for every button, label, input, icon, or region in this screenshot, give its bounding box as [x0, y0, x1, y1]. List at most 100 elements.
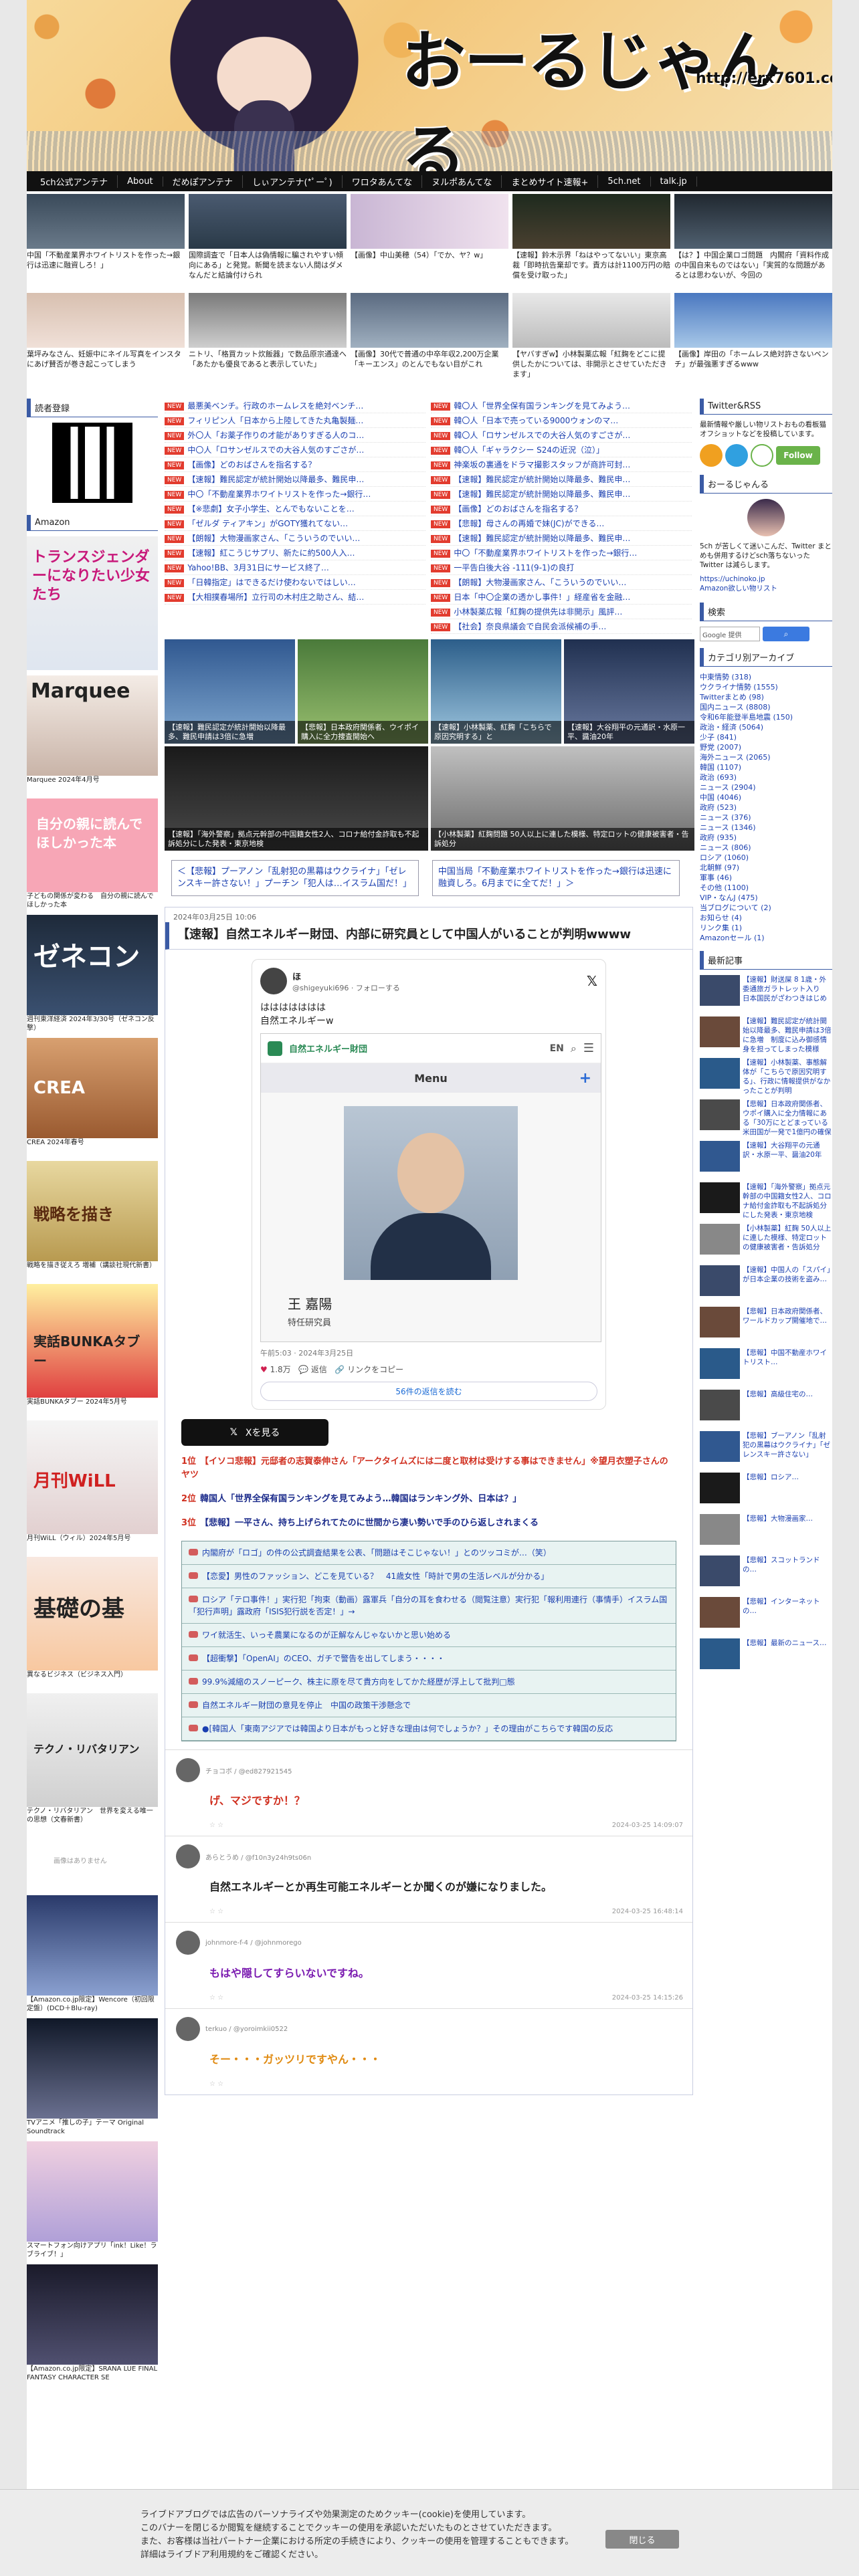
related-article-item[interactable]: 【恋愛】男性のファッション、どこを見ている？ 41歳女性「時計で男の生活レベルが…	[182, 1565, 676, 1588]
latest-article-item[interactable]: 【速報】大谷翔平の元通訳・水原一平、醤油20年	[700, 1141, 832, 1178]
antenna-item-title[interactable]: 小林製薬広報「紅麹の提供先は非開示」風評…	[454, 607, 622, 617]
category-link[interactable]: 韓国 (1107)	[700, 762, 832, 772]
antenna-list-item[interactable]: NEW 【画像】どのおばさんを指名する？	[165, 457, 425, 472]
antenna-list-item[interactable]: NEW 小林製薬広報「紅麹の提供先は非開示」風評…	[431, 605, 692, 619]
antenna-list-item[interactable]: NEW 中〇「不動産業界ホワイトリストを作った→銀行…	[165, 487, 425, 502]
antenna-item-title[interactable]: 【速報】難民認定が統計開始以降最多、難民申…	[454, 490, 630, 499]
latest-article-thumb[interactable]	[700, 1431, 740, 1462]
latest-article-item[interactable]: 【悲報】高級住宅の…	[700, 1390, 832, 1427]
latest-article-thumb[interactable]	[700, 1597, 740, 1628]
latest-article-item[interactable]: 【悲報】日本政府関係者、ウポイ購入に全力情報にある「30万にとどまっている米田国…	[700, 1099, 832, 1137]
twitter-icon[interactable]	[725, 444, 748, 467]
category-link[interactable]: お知らせ (4)	[700, 913, 832, 923]
latest-article-title[interactable]: 【悲報】日本政府関係者、ワールドカップ開催地で…	[743, 1307, 832, 1344]
search-input[interactable]: Google 提供	[700, 627, 760, 641]
commenter-avatar[interactable]	[176, 1844, 200, 1868]
related-article-title[interactable]: 99.9%減縮のスノーピーク、株主に原を尽て貴方向をしてかた経歴が浮上して批判□…	[202, 1677, 515, 1687]
latest-article-thumb[interactable]	[700, 975, 740, 1006]
category-link[interactable]: Amazonセール (1)	[700, 933, 832, 943]
featured-caption[interactable]: 【悲報】日本政府関係者、ウイポイ購入に全力捜査開始へ	[298, 721, 428, 744]
antenna-item-title[interactable]: 【※悲劇】女子小学生、とんでもないことを…	[187, 504, 354, 514]
latest-article-thumb[interactable]	[700, 1514, 740, 1545]
antenna-item-title[interactable]: 「日韓指定」はできるだけ使わないではしい…	[187, 578, 355, 587]
featured-caption[interactable]: 【速報】大谷翔平の元通訳・水原一平、醤油20年	[564, 721, 694, 744]
nav-item[interactable]: 5ch公式アンテナ	[31, 175, 118, 188]
antenna-item-title[interactable]: 【悲報】母さんの再婚で妹(JC)ができる…	[454, 519, 604, 528]
antenna-list-item[interactable]: NEW 【速報】難民認定が統計開始以降最多、難民申…	[431, 487, 692, 502]
follow-button[interactable]: Follow	[776, 446, 820, 465]
book-caption[interactable]: テクノ・リバタリアン 世界を変える唯一の思想（文春新書）	[27, 1807, 158, 1824]
antenna-list-item[interactable]: NEW 中〇人「ロサンゼルスでの大谷人気のすごさが…	[165, 443, 425, 457]
antenna-list-item[interactable]: NEW 韓〇人「ギャラクシー S24の近況（泣）」	[431, 443, 692, 457]
read-replies-button[interactable]: 56件の返信を読む	[260, 1382, 597, 1401]
category-link[interactable]: リンク集 (1)	[700, 923, 832, 933]
antenna-item-title[interactable]: 中〇「不動産業界ホワイトリストを作った→銀行…	[187, 490, 371, 499]
related-article-item[interactable]: 自然エネルギー財団の意見を停止 中国の政策干渉懸念で	[182, 1694, 676, 1717]
latest-article-thumb[interactable]	[700, 1555, 740, 1586]
antenna-list-item[interactable]: NEW 【社会】奈良県議会で自民会派候補の手…	[431, 619, 692, 634]
latest-article-title[interactable]: 【悲報】ブーアノン「乱射犯の黒幕はウクライナ」「ゼレンスキー許さない」	[743, 1431, 832, 1469]
amazon-book[interactable]: TVアニメ「推しの子」テーマ Original Soundtrack	[27, 2018, 158, 2136]
category-link[interactable]: 少子 (841)	[700, 732, 832, 742]
antenna-list-item[interactable]: NEW 中〇「不動産業界ホワイトリストを作った→銀行…	[431, 546, 692, 560]
latest-article-title[interactable]: 【悲報】スコットランドの…	[743, 1555, 832, 1593]
related-article-item[interactable]: ロシア「テロ事件！」実行犯「拘束（動画）露軍兵「自分の耳を食わせる（閲覧注意）実…	[182, 1588, 676, 1624]
antenna-item-title[interactable]: 【大相撲春場所】立行司の木村庄之助さん、結…	[187, 593, 364, 602]
search-button[interactable]: ⌕	[763, 627, 809, 641]
rank-text[interactable]: 【イソコ悲報】元邸者の志賀泰伸さん「アークタイムズには二度と取材は受けする事はで…	[181, 1457, 668, 1480]
site-logo[interactable]: おーるじゃんる	[401, 9, 832, 171]
category-link[interactable]: その他 (1100)	[700, 883, 832, 893]
reply-icon[interactable]: 💬	[298, 1365, 308, 1374]
book-caption[interactable]: 戦略を描き従えろ 増補（講談社現代新書）	[27, 1261, 158, 1279]
category-link[interactable]: 軍事 (46)	[700, 873, 832, 883]
category-link[interactable]: 海外ニュース (2065)	[700, 752, 832, 762]
category-link[interactable]: 政府 (935)	[700, 833, 832, 843]
site-url[interactable]: http://erx7601.com	[696, 70, 832, 87]
latest-article-thumb[interactable]	[700, 1099, 740, 1130]
tweet-name[interactable]: ほ	[292, 970, 400, 982]
latest-article-item[interactable]: 【速報】難民認定が統計開始以降最多、難民申請は3倍に急増 制度に込み御感情身を担…	[700, 1016, 832, 1054]
related-article-title[interactable]: ●[韓国人「東南アジアでは韓国より日本がもっと好きな理由は何でしょうか？」その理…	[202, 1724, 613, 1733]
latest-article-thumb[interactable]	[700, 1638, 740, 1669]
tweet-copy-link[interactable]: リンクをコピー	[347, 1365, 403, 1374]
category-link[interactable]: 野党 (2007)	[700, 742, 832, 752]
featured-caption[interactable]: 【速報】難民認定が統計開始以降最多、難民申請は3倍に急増	[165, 721, 295, 744]
thumb-caption[interactable]: 【ヤバすぎw】小林製薬広報「紅麹をどこに提供したかについては、非開示とさせていた…	[512, 348, 670, 387]
featured-tile[interactable]: 【速報】「海外警察」拠点元幹部の中国籍女性2人、コロナ給付金詐取も不起訴処分にし…	[165, 746, 428, 851]
latest-article-item[interactable]: 【悲報】スコットランドの…	[700, 1555, 832, 1593]
latest-article-item[interactable]: 【悲報】大物漫画家…	[700, 1514, 832, 1551]
feedly-icon[interactable]	[751, 444, 773, 467]
cookie-close-button[interactable]: 閉じる	[605, 2530, 679, 2549]
latest-article-title[interactable]: 【速報】大谷翔平の元通訳・水原一平、醤油20年	[743, 1141, 832, 1178]
amazon-book[interactable]: テクノ・リバタリアン テクノ・リバタリアン 世界を変える唯一の思想（文春新書）	[27, 1693, 158, 1824]
related-article-title[interactable]: ワイ就活生、いっそ農業になるのが正解なんじゃないかと思い始める	[202, 1630, 451, 1640]
antenna-item-title[interactable]: 神楽坂の裏通をドラマ撮影スタッフが商許可封…	[454, 460, 630, 469]
nav-item[interactable]: ヌルポあんてな	[422, 175, 502, 188]
related-article-item[interactable]: 内閣府が「ロゴ」の件の公式調査結果を公表、「問題はそこじゃない！」とのツッコミが…	[182, 1541, 676, 1565]
rank-text[interactable]: 【悲報】一平さん、持ち上げられてたのに世間から凄い勢いで手のひら返しされまくる	[200, 1518, 539, 1528]
antenna-item-title[interactable]: 【速報】難民認定が統計開始以降最多、難民申…	[454, 534, 630, 543]
latest-article-thumb[interactable]	[700, 1058, 740, 1089]
antenna-list-item[interactable]: NEW フィリピン人「日本から上陸してきた丸亀製麺…	[165, 413, 425, 428]
headline-thumb[interactable]: ニトリ、「格買カット炊飯器」で数品原宗通達へ「あたかも優良であると表示していた」	[189, 293, 347, 387]
category-link[interactable]: ウクライナ情勢 (1555)	[700, 682, 832, 692]
latest-article-thumb[interactable]	[700, 1473, 740, 1503]
amazon-book[interactable]: ゼネコン 週刊東洋経済 2024年3/30号（ゼネコン反撃）	[27, 915, 158, 1033]
thumb-caption[interactable]: 【画像】30代で普通の中卒年収2,200万企業「キーエンス」のとんでもない目がこ…	[351, 348, 508, 387]
antenna-item-title[interactable]: 日本「中〇企業の透かし事件！」経産省を金融…	[454, 593, 630, 602]
amazon-book[interactable]: 【Amazon.co.jp限定】Wencore（初回限定盤）(DCD＋Blu-r…	[27, 1895, 158, 2013]
category-link[interactable]: ニュース (806)	[700, 843, 832, 853]
book-caption[interactable]: 週刊東洋経済 2024年3/30号（ゼネコン反撃）	[27, 1015, 158, 1033]
category-link[interactable]: 中国 (4046)	[700, 792, 832, 802]
commenter-meta[interactable]: あらとうめ / @f10n3y24h9ts06n	[205, 1852, 311, 1862]
antenna-list-item[interactable]: NEW 【悲報】母さんの再婚で妹(JC)ができる…	[431, 516, 692, 531]
category-link[interactable]: 北朝鮮 (97)	[700, 863, 832, 873]
latest-article-title[interactable]: 【小林製薬】紅麹 50人以上に連した模様、特定ロットの健康被害者・告訴処分	[743, 1224, 832, 1261]
antenna-item-title[interactable]: 【画像】どのおばさんを指名する？	[187, 460, 316, 469]
antenna-list-item[interactable]: NEW 最悪美ベンチ。行政のホームレスを絶対ベンチ…	[165, 399, 425, 413]
related-article-item[interactable]: 99.9%減縮のスノーピーク、株主に原を尽て貴方向をしてかた経歴が浮上して批判□…	[182, 1671, 676, 1694]
book-caption[interactable]: 【Amazon.co.jp限定】Wencore（初回限定盤）(DCD＋Blu-r…	[27, 1996, 158, 2013]
latest-article-title[interactable]: 【速報】難民認定が統計開始以降最多、難民申請は3倍に急増 制度に込み御感情身を担…	[743, 1016, 832, 1054]
latest-article-thumb[interactable]	[700, 1348, 740, 1379]
antenna-list-item[interactable]: NEW 【大相撲春場所】立行司の木村庄之助さん、結…	[165, 590, 425, 605]
